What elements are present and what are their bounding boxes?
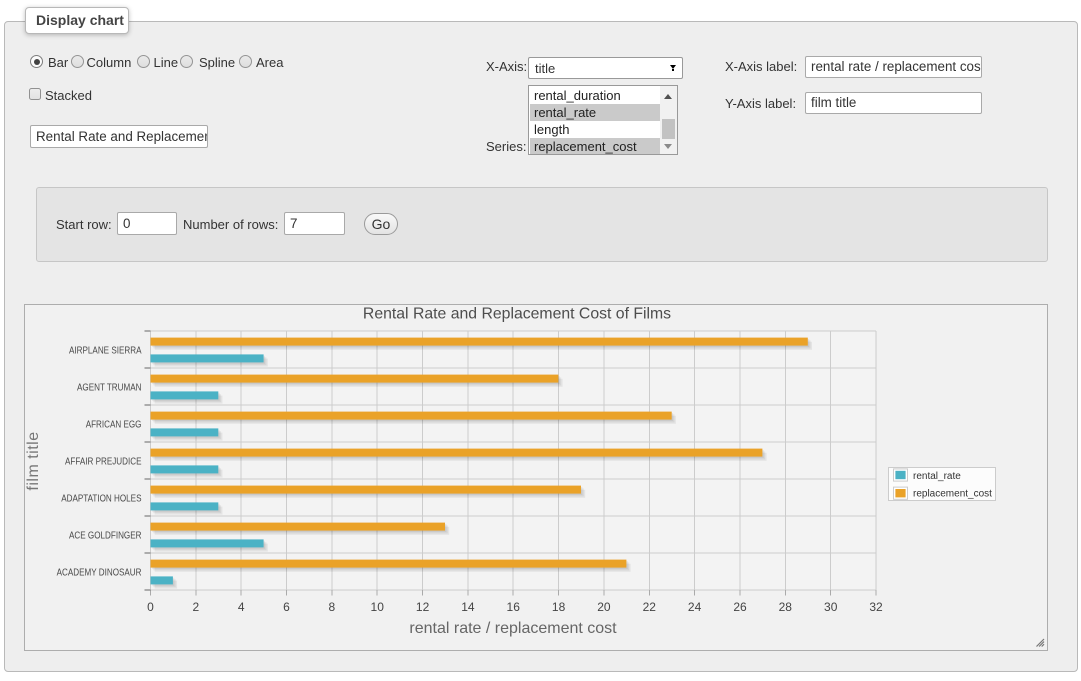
svg-text:AIRPLANE SIERRA: AIRPLANE SIERRA	[69, 346, 142, 357]
svg-text:30: 30	[824, 600, 838, 614]
svg-text:ACADEMY DINOSAUR: ACADEMY DINOSAUR	[57, 568, 142, 579]
svg-text:4: 4	[238, 600, 245, 614]
svg-text:32: 32	[869, 600, 883, 614]
svg-text:20: 20	[597, 600, 611, 614]
svg-text:ADAPTATION HOLES: ADAPTATION HOLES	[61, 494, 142, 505]
svg-text:rental_rate: rental_rate	[913, 471, 961, 482]
svg-text:8: 8	[329, 600, 336, 614]
svg-text:AGENT TRUMAN: AGENT TRUMAN	[77, 383, 142, 394]
svg-text:18: 18	[552, 600, 566, 614]
svg-text:16: 16	[507, 600, 521, 614]
svg-text:26: 26	[733, 600, 747, 614]
svg-text:14: 14	[461, 600, 475, 614]
svg-text:replacement_cost: replacement_cost	[913, 489, 992, 500]
svg-text:24: 24	[688, 600, 702, 614]
svg-text:AFFAIR PREJUDICE: AFFAIR PREJUDICE	[65, 457, 142, 468]
svg-text:0: 0	[147, 600, 154, 614]
svg-text:12: 12	[416, 600, 430, 614]
svg-text:22: 22	[643, 600, 657, 614]
svg-text:rental rate / replacement cost: rental rate / replacement cost	[409, 620, 617, 637]
svg-text:film title: film title	[25, 431, 42, 490]
svg-text:10: 10	[371, 600, 385, 614]
svg-text:2: 2	[192, 600, 199, 614]
svg-text:6: 6	[283, 600, 290, 614]
svg-text:AFRICAN EGG: AFRICAN EGG	[86, 420, 142, 431]
svg-text:Rental Rate and Replacement Co: Rental Rate and Replacement Cost of Film…	[363, 305, 671, 322]
svg-text:28: 28	[779, 600, 793, 614]
svg-text:ACE GOLDFINGER: ACE GOLDFINGER	[69, 531, 142, 542]
